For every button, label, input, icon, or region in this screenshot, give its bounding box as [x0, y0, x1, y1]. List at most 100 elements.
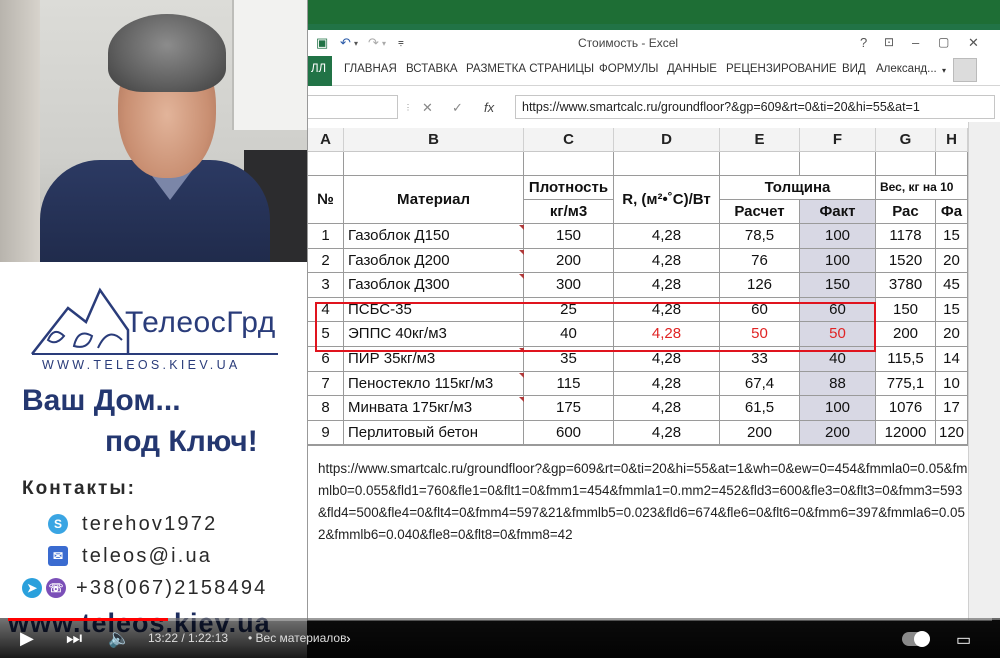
- progress-bar[interactable]: [8, 618, 992, 621]
- header-weight-fact[interactable]: Фа: [936, 200, 968, 224]
- weight-fact-cell[interactable]: 10: [936, 371, 968, 397]
- material-cell[interactable]: Минвата 175кг/м3: [344, 396, 524, 421]
- weight-fact-cell[interactable]: 15: [936, 297, 968, 323]
- density-cell[interactable]: 115: [524, 371, 614, 397]
- weight-fact-cell[interactable]: 45: [936, 273, 968, 298]
- user-name[interactable]: Александ...: [876, 63, 937, 75]
- empty-cell[interactable]: [876, 152, 936, 176]
- row-number[interactable]: 9: [308, 420, 344, 446]
- tab-insert[interactable]: ВСТАВКА: [406, 63, 458, 75]
- weight-calc-cell[interactable]: 1076: [876, 396, 936, 421]
- namebox-dropdown-icon[interactable]: ⋮: [404, 103, 412, 112]
- column-header-a[interactable]: A: [308, 128, 344, 152]
- r-cell[interactable]: 4,28: [614, 248, 720, 274]
- tab-home[interactable]: ГЛАВНАЯ: [344, 63, 397, 75]
- empty-cell[interactable]: [720, 152, 800, 176]
- weight-calc-cell[interactable]: 1520: [876, 248, 936, 274]
- weight-fact-cell[interactable]: 120: [936, 420, 968, 446]
- calc-cell[interactable]: 76: [720, 248, 800, 274]
- row-number[interactable]: 7: [308, 371, 344, 397]
- empty-cell[interactable]: [524, 152, 614, 176]
- column-header-e[interactable]: E: [720, 128, 800, 152]
- calc-cell[interactable]: 200: [720, 420, 800, 446]
- column-header-g[interactable]: G: [876, 128, 936, 152]
- enter-icon[interactable]: ✓: [452, 100, 463, 116]
- row-number[interactable]: 3: [308, 273, 344, 298]
- r-cell[interactable]: 4,28: [614, 396, 720, 421]
- weight-calc-cell[interactable]: 12000: [876, 420, 936, 446]
- help-icon[interactable]: ?: [860, 35, 867, 50]
- undo-dropdown-icon[interactable]: ▾: [354, 39, 358, 48]
- column-header-f[interactable]: F: [800, 128, 876, 152]
- material-cell[interactable]: Газоблок Д200: [344, 248, 524, 274]
- spreadsheet-grid[interactable]: ABCDEFGH № Материал Плотность кг/м3 R, (м²•˚…: [308, 128, 968, 590]
- header-material[interactable]: Материал: [344, 176, 524, 224]
- tab-page-layout[interactable]: РАЗМЕТКА СТРАНИЦЫ: [466, 63, 594, 75]
- empty-cell[interactable]: [308, 152, 344, 176]
- header-density-unit[interactable]: кг/м3: [524, 200, 614, 224]
- column-header-b[interactable]: B: [344, 128, 524, 152]
- close-icon[interactable]: ✕: [968, 35, 979, 51]
- minimize-icon[interactable]: –: [912, 35, 919, 50]
- empty-cell[interactable]: [614, 152, 720, 176]
- weight-fact-cell[interactable]: 14: [936, 347, 968, 372]
- row-number[interactable]: 8: [308, 396, 344, 421]
- url-note-cell[interactable]: https://www.smartcalc.ru/groundfloor?&gp…: [318, 458, 968, 546]
- undo-icon[interactable]: ↶: [340, 35, 351, 51]
- weight-fact-cell[interactable]: 15: [936, 224, 968, 249]
- fact-cell[interactable]: 100: [800, 396, 876, 421]
- restore-icon[interactable]: ▢: [938, 35, 949, 49]
- calc-cell[interactable]: 126: [720, 273, 800, 298]
- weight-calc-cell[interactable]: 1178: [876, 224, 936, 249]
- weight-fact-cell[interactable]: 20: [936, 322, 968, 347]
- density-cell[interactable]: 150: [524, 224, 614, 249]
- column-header-d[interactable]: D: [614, 128, 720, 152]
- fact-cell[interactable]: 100: [800, 224, 876, 249]
- r-cell[interactable]: 4,28: [614, 371, 720, 397]
- header-weight[interactable]: Вес, кг на 10: [876, 176, 968, 200]
- volume-icon[interactable]: 🔈: [108, 628, 130, 649]
- ribbon-display-icon[interactable]: ⊡: [884, 35, 894, 49]
- empty-cell[interactable]: [344, 152, 524, 176]
- fact-cell[interactable]: 200: [800, 420, 876, 446]
- customize-toolbar-icon[interactable]: ⩦: [398, 37, 404, 48]
- column-header-h[interactable]: H: [936, 128, 968, 152]
- redo-icon[interactable]: ↷: [368, 35, 379, 51]
- empty-cell[interactable]: [800, 152, 876, 176]
- autoplay-toggle[interactable]: [902, 631, 930, 647]
- insert-function-icon[interactable]: fx: [484, 100, 494, 115]
- tab-formulas[interactable]: ФОРМУЛЫ: [599, 63, 658, 75]
- header-thickness[interactable]: Толщина: [720, 176, 876, 200]
- comment-indicator[interactable]: [519, 397, 524, 403]
- density-cell[interactable]: 600: [524, 420, 614, 446]
- user-dropdown-icon[interactable]: ▾: [942, 66, 946, 75]
- weight-calc-cell[interactable]: 200: [876, 322, 936, 347]
- save-icon[interactable]: ▣: [316, 35, 328, 51]
- chapter-title[interactable]: • Вес материалов: [248, 631, 346, 645]
- weight-fact-cell[interactable]: 17: [936, 396, 968, 421]
- tab-file[interactable]: ЛЛ: [308, 56, 332, 86]
- calc-cell[interactable]: 67,4: [720, 371, 800, 397]
- header-calc[interactable]: Расчет: [720, 200, 800, 224]
- name-box[interactable]: [308, 95, 398, 119]
- calc-cell[interactable]: 61,5: [720, 396, 800, 421]
- r-cell[interactable]: 4,28: [614, 273, 720, 298]
- weight-calc-cell[interactable]: 150: [876, 297, 936, 323]
- row-number[interactable]: 1: [308, 224, 344, 249]
- material-cell[interactable]: Газоблок Д300: [344, 273, 524, 298]
- material-cell[interactable]: Перлитовый бетон: [344, 420, 524, 446]
- density-cell[interactable]: 200: [524, 248, 614, 274]
- fact-cell[interactable]: 100: [800, 248, 876, 274]
- comment-indicator[interactable]: [519, 249, 524, 255]
- row-number[interactable]: 2: [308, 248, 344, 274]
- weight-calc-cell[interactable]: 775,1: [876, 371, 936, 397]
- header-weight-calc[interactable]: Рас: [876, 200, 936, 224]
- avatar[interactable]: [953, 58, 977, 82]
- header-number[interactable]: №: [308, 176, 344, 224]
- tab-review[interactable]: РЕЦЕНЗИРОВАНИЕ: [726, 63, 837, 75]
- material-cell[interactable]: Пеностекло 115кг/м3: [344, 371, 524, 397]
- column-header-c[interactable]: C: [524, 128, 614, 152]
- header-density[interactable]: Плотность: [524, 176, 614, 200]
- vertical-scrollbar[interactable]: [968, 122, 1000, 620]
- weight-calc-cell[interactable]: 3780: [876, 273, 936, 298]
